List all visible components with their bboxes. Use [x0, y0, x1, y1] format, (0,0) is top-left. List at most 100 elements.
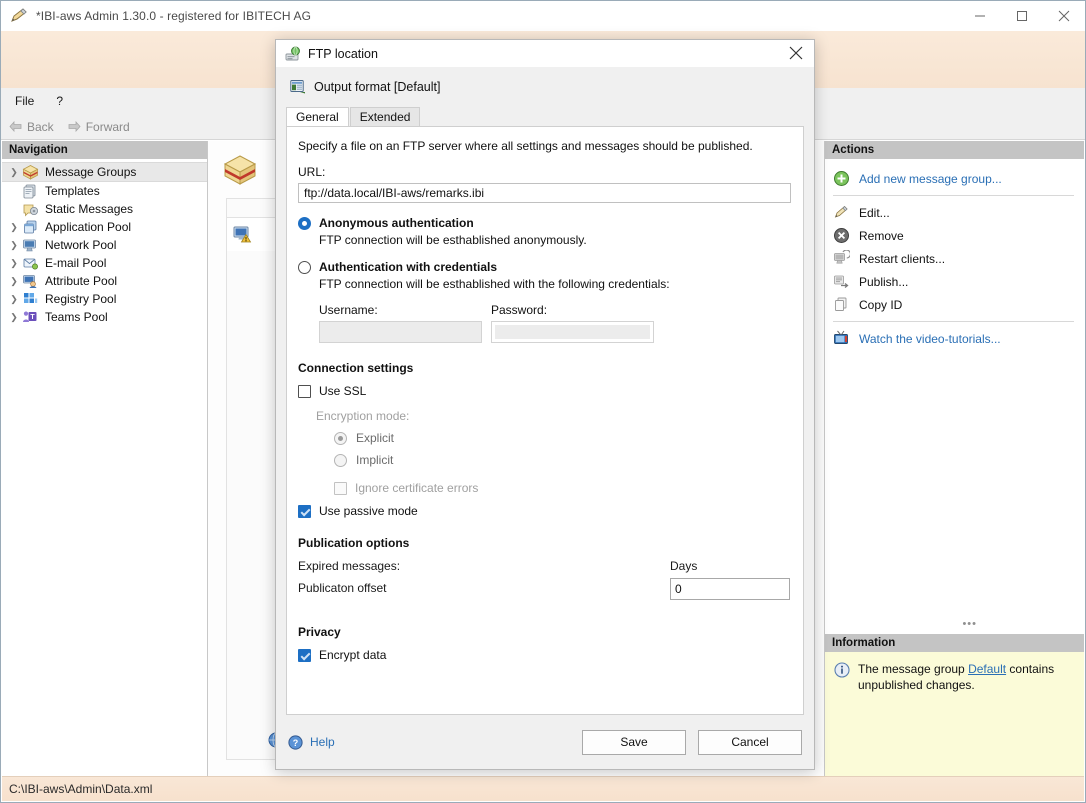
sidebar-item-message-groups[interactable]: ❯ Message Groups [2, 162, 207, 182]
anonymous-auth-label: Anonymous authentication [319, 216, 474, 230]
monitor-warning-icon [233, 226, 253, 243]
anonymous-auth-description: FTP connection will be esthablished anon… [319, 233, 791, 247]
username-field[interactable] [319, 321, 482, 343]
publication-grid: Expired messages: Publicaton offset Days… [298, 559, 791, 621]
connection-settings-heading: Connection settings [298, 361, 791, 375]
forward-label: Forward [86, 120, 130, 134]
action-item-edit[interactable]: Edit... [825, 201, 1084, 224]
username-label: Username: [319, 303, 482, 317]
ignore-certificate-errors-checkbox[interactable] [334, 482, 347, 495]
encryption-implicit-row[interactable]: Implicit [334, 453, 791, 467]
action-item-publish[interactable]: Publish... [825, 270, 1084, 293]
application-pool-icon [22, 219, 40, 235]
attribute-pool-icon [22, 273, 40, 289]
credentials-auth-label: Authentication with credentials [319, 260, 497, 274]
sidebar-item-label: Application Pool [45, 220, 131, 234]
menu-item-help[interactable]: ? [56, 94, 63, 108]
sidebar-item-label: E-mail Pool [45, 256, 106, 270]
maximize-icon[interactable] [1001, 1, 1043, 31]
panel-intro-text: Specify a file on an FTP server where al… [298, 139, 791, 153]
chevron-right-icon[interactable]: ❯ [6, 167, 22, 178]
arrow-right-icon [68, 121, 81, 132]
anonymous-auth-radio[interactable] [298, 217, 311, 230]
encrypt-data-row[interactable]: Encrypt data [298, 648, 791, 662]
use-ssl-row[interactable]: Use SSL [298, 384, 791, 398]
application-window: *IBI-aws Admin 1.30.0 - registered for I… [0, 0, 1086, 803]
sidebar-item-attribute-pool[interactable]: ❯Attribute Pool [2, 272, 207, 290]
registry-pool-icon [22, 291, 40, 307]
sidebar-item-teams-pool[interactable]: ❯TTeams Pool [2, 308, 207, 326]
credentials-auth-radio-row[interactable]: Authentication with credentials [298, 260, 791, 274]
encryption-explicit-radio[interactable] [334, 432, 347, 445]
days-input[interactable] [671, 579, 804, 599]
sidebar-item-network-pool[interactable]: ❯Network Pool [2, 236, 207, 254]
restart-icon [833, 250, 850, 267]
templates-icon [22, 183, 40, 199]
cancel-button[interactable]: Cancel [698, 730, 802, 755]
chevron-right-icon[interactable]: ❯ [6, 294, 22, 305]
action-item-add-new-message-group[interactable]: Add new message group... [825, 167, 1084, 190]
action-item-label: Watch the video-tutorials... [859, 332, 1001, 346]
window-controls [959, 1, 1085, 31]
use-passive-mode-checkbox[interactable] [298, 505, 311, 518]
encryption-implicit-radio[interactable] [334, 454, 347, 467]
back-button[interactable]: Back [9, 120, 54, 134]
svg-text:?: ? [293, 738, 299, 748]
close-icon[interactable] [1043, 1, 1085, 31]
pencil-icon [9, 7, 29, 25]
save-button[interactable]: Save [582, 730, 686, 755]
info-link-default[interactable]: Default [968, 662, 1006, 676]
username-group: Username: [319, 303, 482, 343]
sidebar-item-label: Message Groups [45, 165, 136, 179]
close-icon[interactable] [788, 45, 805, 62]
publication-offset-label: Publicaton offset [298, 581, 387, 595]
tab-general[interactable]: General [286, 107, 349, 126]
ftp-location-dialog: FTP location Output format [Default] Gen… [275, 39, 815, 770]
help-link[interactable]: ? Help [288, 735, 335, 750]
sidebar-item-templates[interactable]: Templates [2, 182, 207, 200]
dialog-footer: ? Help Save Cancel [276, 715, 814, 769]
passive-mode-row[interactable]: Use passive mode [298, 504, 791, 518]
days-spinner[interactable]: ▲ ▼ [670, 578, 790, 600]
tv-icon [833, 330, 850, 347]
sidebar-item-static-messages[interactable]: Static Messages [2, 200, 207, 218]
encryption-explicit-row[interactable]: Explicit [334, 431, 791, 445]
ignore-cert-row[interactable]: Ignore certificate errors [334, 481, 791, 495]
sidebar-item-registry-pool[interactable]: ❯ Registry Pool [2, 290, 207, 308]
chevron-right-icon[interactable]: ❯ [6, 240, 22, 251]
menu-item-file[interactable]: File [15, 94, 34, 108]
credentials-fields: Username: Password: [319, 303, 791, 343]
action-item-watch-the-video-tutorials[interactable]: Watch the video-tutorials... [825, 327, 1084, 350]
email-pool-icon [22, 255, 40, 271]
package-icon [222, 153, 258, 187]
encrypt-data-checkbox[interactable] [298, 649, 311, 662]
credentials-auth-radio[interactable] [298, 261, 311, 274]
days-label: Days [670, 559, 697, 573]
forward-button[interactable]: Forward [68, 120, 130, 134]
panel-resize-handle[interactable]: ••• [962, 618, 977, 630]
help-label: Help [310, 735, 335, 749]
tab-extended[interactable]: Extended [350, 107, 421, 126]
password-field[interactable] [491, 321, 654, 343]
info-text-before: The message group [858, 662, 968, 676]
use-ssl-checkbox[interactable] [298, 385, 311, 398]
expired-messages-label: Expired messages: [298, 559, 400, 573]
url-input[interactable] [298, 183, 791, 203]
sidebar-item-application-pool[interactable]: ❯ Application Pool [2, 218, 207, 236]
sidebar-item-label: Registry Pool [45, 292, 116, 306]
add-green-icon [833, 170, 850, 187]
action-item-remove[interactable]: Remove [825, 224, 1084, 247]
chevron-right-icon[interactable]: ❯ [6, 222, 22, 233]
action-item-label: Restart clients... [859, 252, 945, 266]
chevron-right-icon[interactable]: ❯ [6, 312, 22, 323]
chevron-right-icon[interactable]: ❯ [6, 258, 22, 269]
window-title: *IBI-aws Admin 1.30.0 - registered for I… [36, 9, 311, 23]
action-item-copy-id[interactable]: Copy ID [825, 293, 1084, 316]
action-item-label: Publish... [859, 275, 908, 289]
sidebar-item-e-mail-pool[interactable]: ❯ E-mail Pool [2, 254, 207, 272]
status-bar: C:\IBI-aws\Admin\Data.xml [2, 776, 1084, 801]
anonymous-auth-radio-row[interactable]: Anonymous authentication [298, 216, 791, 230]
minimize-icon[interactable] [959, 1, 1001, 31]
action-item-restart-clients[interactable]: Restart clients... [825, 247, 1084, 270]
chevron-right-icon[interactable]: ❯ [6, 276, 22, 287]
